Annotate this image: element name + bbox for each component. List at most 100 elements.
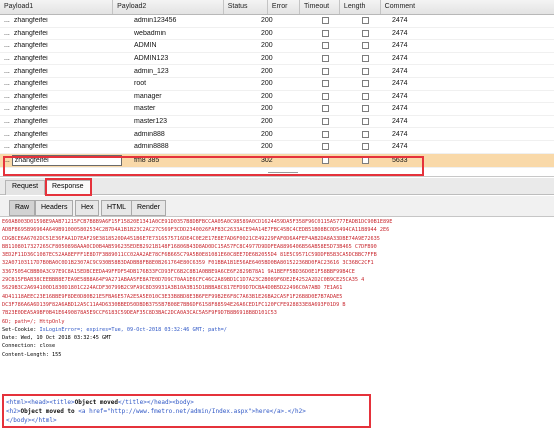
- cell-timeout[interactable]: [343, 42, 388, 50]
- cell-timeout[interactable]: [343, 143, 388, 151]
- splitter-grip-icon[interactable]: [268, 172, 298, 176]
- cell-error[interactable]: [307, 118, 343, 126]
- tab-response[interactable]: Response: [45, 180, 91, 195]
- timeout-checkbox[interactable]: [362, 118, 369, 126]
- cell-error[interactable]: [307, 67, 343, 75]
- error-checkbox[interactable]: [321, 130, 329, 138]
- col-timeout[interactable]: Timeout: [300, 0, 340, 14]
- cell-status: 200: [261, 105, 273, 113]
- col-error[interactable]: Error: [268, 0, 301, 14]
- table-row[interactable]: ... zhangfeifei ADMIN123 200 2474: [0, 53, 554, 66]
- cell-payload2: admin_123: [134, 67, 169, 75]
- tab-render[interactable]: Render: [131, 200, 166, 216]
- error-checkbox[interactable]: [321, 42, 329, 50]
- col-payload1[interactable]: Payload1: [0, 0, 114, 14]
- tab-request[interactable]: Request: [5, 180, 46, 195]
- cell-timeout[interactable]: [343, 55, 388, 63]
- error-checkbox[interactable]: [321, 143, 329, 151]
- row-prefix: ...: [4, 67, 10, 75]
- table-row-selected[interactable]: ... zhangfeifei fm8 385 302 5633: [0, 153, 554, 168]
- cell-length: 5633: [392, 156, 408, 164]
- h2-close: </h2>: [287, 408, 306, 415]
- error-checkbox[interactable]: [321, 118, 329, 126]
- timeout-checkbox[interactable]: [362, 156, 369, 164]
- payload1-text: zhangfeifei: [13, 80, 48, 88]
- h2-open: <h2>: [6, 408, 21, 415]
- cell-error[interactable]: [307, 42, 343, 50]
- col-status[interactable]: Status: [224, 0, 268, 14]
- timeout-checkbox[interactable]: [362, 42, 369, 50]
- timeout-checkbox[interactable]: [362, 92, 369, 100]
- cell-length: 2474: [392, 105, 408, 113]
- cell-timeout[interactable]: [343, 92, 388, 100]
- table-row[interactable]: ... zhangfeifei admin123456 200 2474: [0, 15, 554, 28]
- timeout-checkbox[interactable]: [362, 130, 369, 138]
- table-splitter[interactable]: [0, 172, 554, 176]
- tab-raw[interactable]: Raw: [9, 200, 36, 216]
- table-row[interactable]: ... zhangfeifei manager 200 2474: [0, 91, 554, 104]
- table-row[interactable]: ... zhangfeifei ADMIN 200 2474: [0, 40, 554, 53]
- table-row[interactable]: ... zhangfeifei admin888 200 2474: [0, 128, 554, 141]
- error-checkbox[interactable]: [321, 80, 329, 88]
- set-cookie-key: Set-Cookie:: [2, 326, 37, 333]
- col-payload2[interactable]: Payload2: [113, 0, 224, 14]
- timeout-checkbox[interactable]: [362, 67, 369, 75]
- table-row[interactable]: ... zhangfeifei webadmin 200 2474: [0, 28, 554, 41]
- payload1-text: zhangfeifei: [13, 17, 48, 25]
- cell-timeout[interactable]: [343, 29, 388, 37]
- cell-payload2: master: [134, 105, 156, 113]
- body-line-1: <html><head><title>Object moved</title><…: [6, 398, 306, 407]
- cell-payload2: manager: [134, 92, 162, 100]
- error-checkbox[interactable]: [321, 29, 329, 37]
- timeout-checkbox[interactable]: [362, 143, 369, 151]
- timeout-checkbox[interactable]: [362, 105, 369, 113]
- cell-edit[interactable]: zhangfeifei: [11, 154, 122, 166]
- cell-payload1: ... zhangfeifei: [0, 68, 130, 75]
- timeout-checkbox[interactable]: [362, 29, 369, 37]
- table-row[interactable]: ... zhangfeifei admin_123 200 2474: [0, 65, 554, 78]
- cookie-hex-line: 29CB15FBAB38CEEBBB8E7EA9E58B8A64F9A271AB…: [2, 277, 365, 284]
- set-cookie-line: Set-Cookie: IsLoginError=; expires=Tue, …: [2, 326, 554, 334]
- table-row[interactable]: ... zhangfeifei root 200 2474: [0, 78, 554, 91]
- cell-timeout[interactable]: [343, 105, 388, 113]
- table-row[interactable]: ... zhangfeifei admin8888 200 2474: [0, 141, 554, 154]
- cell-error[interactable]: [307, 92, 343, 100]
- error-checkbox[interactable]: [321, 17, 329, 25]
- cell-timeout[interactable]: [343, 17, 388, 25]
- cell-error[interactable]: [307, 105, 343, 113]
- cell-payload1: ... zhangfeifei: [0, 131, 130, 138]
- timeout-checkbox[interactable]: [362, 80, 369, 88]
- cell-timeout[interactable]: [343, 156, 388, 164]
- col-comment[interactable]: Comment: [381, 0, 554, 14]
- cell-error[interactable]: [307, 80, 343, 88]
- cell-error[interactable]: [307, 55, 343, 63]
- tab-hex[interactable]: Hex: [75, 200, 100, 216]
- row-prefix: ...: [4, 80, 10, 88]
- timeout-checkbox[interactable]: [362, 17, 369, 25]
- payload1-text: zhangfeifei: [13, 55, 48, 63]
- cell-error[interactable]: [307, 143, 343, 151]
- cell-error[interactable]: [307, 29, 343, 37]
- cell-timeout[interactable]: [343, 67, 388, 75]
- error-checkbox[interactable]: [321, 105, 329, 113]
- cell-error[interactable]: [307, 156, 343, 164]
- cell-timeout[interactable]: [343, 130, 388, 138]
- cell-timeout[interactable]: [343, 80, 388, 88]
- error-checkbox[interactable]: [321, 67, 329, 75]
- error-checkbox[interactable]: [321, 92, 329, 100]
- tab-html[interactable]: HTML: [101, 200, 133, 216]
- cell-error[interactable]: [307, 17, 343, 25]
- table-row[interactable]: ... zhangfeifei master 200 2474: [0, 103, 554, 116]
- table-row[interactable]: ... zhangfeifei master123 200 2474: [0, 116, 554, 129]
- timeout-checkbox[interactable]: [362, 55, 369, 63]
- error-checkbox[interactable]: [321, 156, 329, 164]
- cell-payload1: ... zhangfeifei: [0, 118, 130, 125]
- cell-payload1[interactable]: ... zhangfeifei: [0, 154, 130, 166]
- cell-payload2: master123: [134, 118, 168, 126]
- cell-error[interactable]: [307, 130, 343, 138]
- col-length[interactable]: Length: [340, 0, 381, 14]
- error-checkbox[interactable]: [321, 55, 329, 63]
- cell-timeout[interactable]: [343, 118, 388, 126]
- payload1-text: zhangfeifei: [13, 118, 48, 126]
- tab-headers[interactable]: Headers: [35, 200, 74, 216]
